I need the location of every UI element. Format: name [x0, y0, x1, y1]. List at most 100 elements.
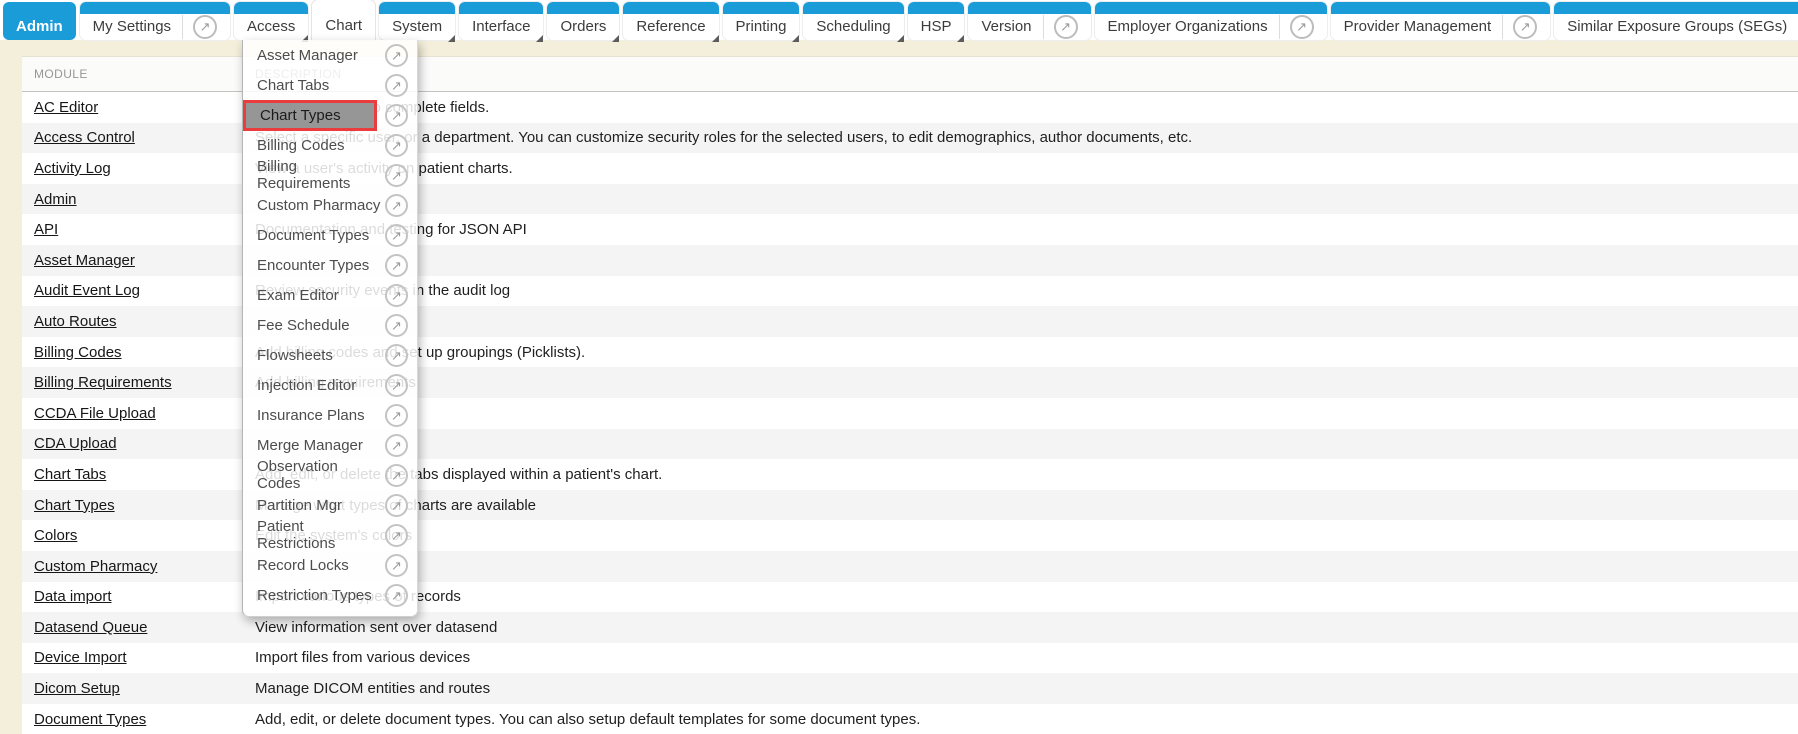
menu-item-observation-codes[interactable]: Observation Codes ↗ — [243, 460, 417, 490]
module-link[interactable]: Access Control — [34, 129, 135, 146]
menu-item-chart-tabs[interactable]: Chart Tabs ↗ — [243, 70, 417, 100]
launch-icon[interactable]: ↗ — [385, 464, 408, 487]
tab-scheduling[interactable]: Scheduling — [803, 2, 903, 40]
menu-item-merge-manager[interactable]: Merge Manager ↗ — [243, 430, 417, 460]
tab-similar-exposure-groups-segs[interactable]: Similar Exposure Groups (SEGs) ↗ — [1554, 2, 1798, 40]
menu-item-label: Encounter Types — [243, 250, 385, 280]
launch-icon[interactable]: ↗ — [385, 344, 408, 367]
menu-item-flowsheets[interactable]: Flowsheets ↗ — [243, 340, 417, 370]
launch-icon[interactable]: ↗ — [385, 554, 408, 577]
module-link[interactable]: Admin — [34, 191, 77, 208]
module-link[interactable]: Billing Requirements — [34, 374, 172, 391]
menu-item-insurance-plans[interactable]: Insurance Plans ↗ — [243, 400, 417, 430]
launch-icon[interactable]: ↗ — [1054, 15, 1078, 39]
module-link[interactable]: AC Editor — [34, 99, 98, 116]
menu-item-billing-requirements[interactable]: Billing Requirements ↗ — [243, 160, 417, 190]
menu-item-document-types[interactable]: Document Types ↗ — [243, 220, 417, 250]
module-link[interactable]: Activity Log — [34, 160, 111, 177]
launch-icon[interactable]: ↗ — [385, 104, 408, 127]
module-link[interactable]: Chart Tabs — [34, 466, 106, 483]
module-link[interactable]: CCDA File Upload — [34, 405, 156, 422]
launch-icon[interactable]: ↗ — [385, 164, 408, 187]
menu-item-billing-codes[interactable]: Billing Codes ↗ — [243, 130, 417, 160]
tab-employer-organizations[interactable]: Employer Organizations ↗ — [1095, 2, 1327, 40]
menu-item-record-locks[interactable]: Record Locks ↗ — [243, 550, 417, 580]
menu-item-restriction-types[interactable]: Restriction Types ↗ — [243, 580, 417, 610]
chart-dropdown-menu: Asset Manager ↗ Chart Tabs ↗ Chart Types… — [242, 40, 418, 617]
launch-icon[interactable]: ↗ — [385, 404, 408, 427]
launch-icon[interactable]: ↗ — [385, 434, 408, 457]
module-description: Add billing requirements — [255, 374, 1798, 391]
launch-icon[interactable]: ↗ — [385, 194, 408, 217]
launch-icon[interactable]: ↗ — [385, 524, 408, 547]
module-link[interactable]: Audit Event Log — [34, 282, 140, 299]
module-link[interactable]: Colors — [34, 527, 77, 544]
tab-interface[interactable]: Interface — [459, 2, 543, 40]
tab-reference[interactable]: Reference — [623, 2, 718, 40]
menu-item-label: Custom Pharmacy — [243, 190, 385, 220]
launch-icon[interactable]: ↗ — [385, 494, 408, 517]
menu-item-patient-restrictions[interactable]: Patient Restrictions ↗ — [243, 520, 417, 550]
menu-item-encounter-types[interactable]: Encounter Types ↗ — [243, 250, 417, 280]
launch-icon[interactable]: ↗ — [385, 584, 408, 607]
menu-item-label: Restriction Types — [243, 580, 385, 610]
menu-item-label: Document Types — [243, 220, 385, 250]
module-description: Review security events in the audit log — [255, 282, 1798, 299]
menu-item-asset-manager[interactable]: Asset Manager ↗ — [243, 40, 417, 70]
launch-icon[interactable]: ↗ — [385, 284, 408, 307]
launch-icon[interactable]: ↗ — [385, 254, 408, 277]
menu-item-partition-mgr[interactable]: Partition Mgr ↗ — [243, 490, 417, 520]
launch-icon[interactable]: ↗ — [385, 314, 408, 337]
tab-printing[interactable]: Printing — [723, 2, 800, 40]
tab-divider — [1043, 15, 1044, 39]
tab-access[interactable]: Access — [234, 2, 308, 40]
module-description: Select a specific user, or a department.… — [255, 129, 1798, 146]
top-tab-bar: Admin My Settings ↗ Access Chart System … — [0, 0, 1798, 40]
launch-icon[interactable]: ↗ — [385, 44, 408, 67]
module-link[interactable]: Custom Pharmacy — [34, 558, 157, 575]
module-link[interactable]: Chart Types — [34, 497, 115, 514]
module-description: Import various types of records — [255, 588, 1798, 605]
menu-item-custom-pharmacy[interactable]: Custom Pharmacy ↗ — [243, 190, 417, 220]
tab-system[interactable]: System — [379, 2, 455, 40]
launch-icon[interactable]: ↗ — [385, 224, 408, 247]
menu-item-chart-types[interactable]: Chart Types ↗ — [243, 100, 417, 130]
module-link[interactable]: Data import — [34, 588, 112, 605]
module-link[interactable]: Dicom Setup — [34, 680, 120, 697]
tab-my-settings[interactable]: My Settings ↗ — [80, 2, 230, 40]
launch-icon[interactable]: ↗ — [385, 134, 408, 157]
tab-label: Employer Organizations — [1108, 18, 1268, 35]
module-link[interactable]: Device Import — [34, 649, 127, 666]
launch-icon[interactable]: ↗ — [1513, 15, 1537, 39]
launch-icon[interactable]: ↗ — [1290, 15, 1314, 39]
menu-item-fee-schedule[interactable]: Fee Schedule ↗ — [243, 310, 417, 340]
module-link[interactable]: Document Types — [34, 711, 146, 728]
tab-chart[interactable]: Chart — [312, 0, 375, 40]
tab-provider-management[interactable]: Provider Management ↗ — [1331, 2, 1551, 40]
menu-item-label: Chart Types — [243, 100, 377, 131]
module-link[interactable]: API — [34, 221, 58, 238]
module-link[interactable]: Auto Routes — [34, 313, 117, 330]
tab-version[interactable]: Version ↗ — [968, 2, 1090, 40]
module-link[interactable]: Asset Manager — [34, 252, 135, 269]
menu-item-label: Exam Editor — [243, 280, 385, 310]
tab-admin[interactable]: Admin — [3, 2, 76, 40]
table-row-document-types: Document Types Add, edit, or delete docu… — [22, 704, 1798, 734]
menu-item-label: Billing Requirements — [243, 160, 385, 190]
module-description: Add, edit, or delete document types. You… — [255, 711, 1798, 728]
tab-hsp[interactable]: HSP — [908, 2, 965, 40]
tab-label: My Settings — [93, 18, 171, 35]
tab-label: Orders — [560, 18, 606, 35]
tab-label: Interface — [472, 18, 530, 35]
tab-label: Reference — [636, 18, 705, 35]
launch-icon[interactable]: ↗ — [193, 15, 217, 39]
module-link[interactable]: CDA Upload — [34, 435, 117, 452]
module-link[interactable]: Billing Codes — [34, 344, 122, 361]
tab-orders[interactable]: Orders — [547, 2, 619, 40]
menu-item-exam-editor[interactable]: Exam Editor ↗ — [243, 280, 417, 310]
launch-icon[interactable]: ↗ — [385, 74, 408, 97]
launch-icon[interactable]: ↗ — [385, 374, 408, 397]
tab-label: Access — [247, 18, 295, 35]
module-link[interactable]: Datasend Queue — [34, 619, 147, 636]
menu-item-injection-editor[interactable]: Injection Editor ↗ — [243, 370, 417, 400]
